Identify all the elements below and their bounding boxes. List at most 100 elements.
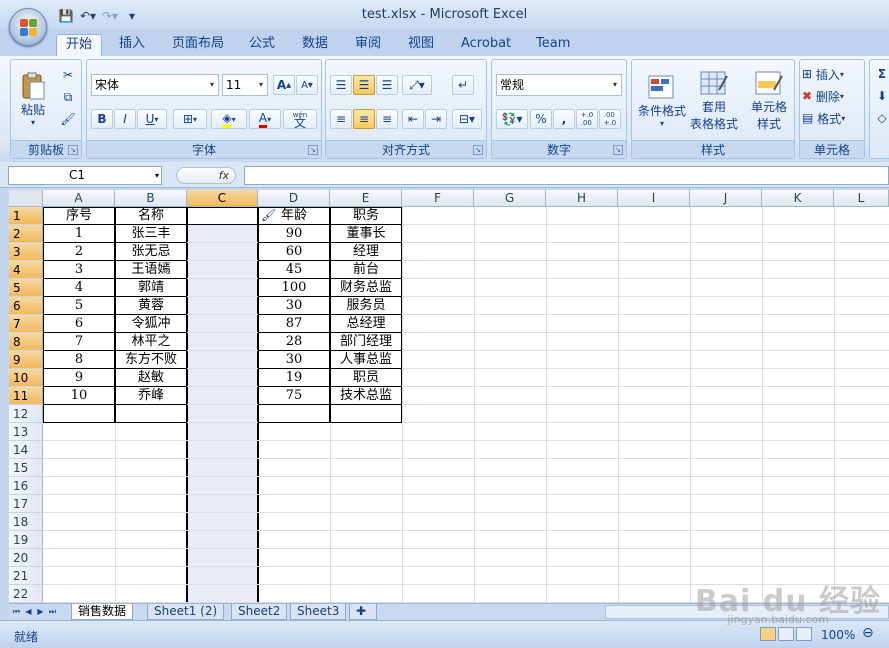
row-header-4[interactable]: 4	[9, 261, 43, 279]
col-header-g[interactable]: G	[474, 190, 546, 207]
clipboard-launcher-icon[interactable]: ↘	[68, 145, 78, 155]
paste-button[interactable]: 粘贴 ▾	[15, 64, 51, 134]
align-middle-icon[interactable]: ☰	[353, 75, 375, 95]
row-header-10[interactable]: 10	[9, 369, 43, 387]
cell-a11[interactable]: 10	[43, 387, 115, 405]
font-size-box[interactable]: 11 ▾	[222, 74, 268, 96]
tab-insert[interactable]: 插入	[110, 34, 154, 56]
italic-button[interactable]: I	[114, 109, 136, 129]
col-header-f[interactable]: F	[402, 190, 474, 207]
orientation-icon[interactable]: ⤢▾	[402, 75, 432, 95]
col-header-d[interactable]: D	[258, 190, 330, 207]
cell-d1[interactable]: 年龄	[258, 207, 330, 225]
cell-e3[interactable]: 经理	[330, 243, 402, 261]
fill-icon[interactable]: ⬇	[874, 87, 889, 105]
col-header-l[interactable]: L	[834, 190, 889, 207]
cell-b11[interactable]: 乔峰	[115, 387, 187, 405]
cell-b6[interactable]: 黄蓉	[115, 297, 187, 315]
wrap-text-icon[interactable]: ↵	[452, 75, 474, 95]
insert-function-button[interactable]: fx	[176, 167, 236, 184]
cell-a7[interactable]: 6	[43, 315, 115, 333]
comma-button[interactable]: ,	[553, 109, 575, 129]
cell-d6[interactable]: 30	[258, 297, 330, 315]
copy-icon[interactable]: ⧉	[59, 88, 77, 106]
select-all-corner[interactable]	[9, 190, 43, 207]
row-header-13[interactable]: 13	[9, 423, 43, 441]
row-header-17[interactable]: 17	[9, 495, 43, 513]
align-top-icon[interactable]: ☰	[330, 75, 352, 95]
font-color-button[interactable]: A ▾	[249, 109, 281, 129]
col-header-b[interactable]: B	[115, 190, 187, 207]
cell-b8[interactable]: 林平之	[115, 333, 187, 351]
alignment-launcher-icon[interactable]: ↘	[473, 145, 483, 155]
cell-a5[interactable]: 4	[43, 279, 115, 297]
row-header-21[interactable]: 21	[9, 567, 43, 585]
align-right-icon[interactable]: ≡	[376, 109, 398, 129]
cell-a4[interactable]: 3	[43, 261, 115, 279]
cell-e11[interactable]: 技术总监	[330, 387, 402, 405]
cell-d7[interactable]: 87	[258, 315, 330, 333]
active-cell-c1[interactable]	[187, 207, 258, 225]
cell-b4[interactable]: 王语嫣	[115, 261, 187, 279]
autosum-icon[interactable]: Σ	[874, 65, 889, 83]
row-header-19[interactable]: 19	[9, 531, 43, 549]
cell-d8[interactable]: 28	[258, 333, 330, 351]
sheet-tab-sheet1-2[interactable]: Sheet1 (2)	[147, 604, 225, 620]
tab-team[interactable]: Team	[527, 34, 579, 56]
number-format-box[interactable]: 常规 ▾	[496, 74, 622, 96]
office-button[interactable]	[9, 8, 47, 46]
col-header-j[interactable]: J	[690, 190, 762, 207]
align-left-icon[interactable]: ≡	[330, 109, 352, 129]
col-header-k[interactable]: K	[762, 190, 834, 207]
tab-page-layout[interactable]: 页面布局	[163, 34, 233, 56]
col-header-a[interactable]: A	[43, 190, 115, 207]
align-center-icon[interactable]: ≡	[353, 109, 375, 129]
zoom-out-icon[interactable]: ⊖	[862, 625, 874, 641]
cell-d3[interactable]: 60	[258, 243, 330, 261]
increase-decimal-button[interactable]: +.0 .00	[576, 109, 598, 129]
insert-cells-button[interactable]: ⊞ 插入 ▾	[802, 65, 864, 83]
row-header-11[interactable]: 11	[9, 387, 43, 405]
page-layout-view-icon[interactable]	[778, 627, 794, 641]
cut-icon[interactable]: ✂	[59, 66, 77, 84]
sheet-tab-sales[interactable]: 销售数据	[71, 604, 134, 620]
cell-e1[interactable]: 职务	[330, 207, 402, 225]
align-bottom-icon[interactable]: ☰	[376, 75, 398, 95]
tab-formulas[interactable]: 公式	[240, 34, 284, 56]
zoom-level[interactable]: 100%	[821, 628, 855, 642]
sheet-tab-sheet3[interactable]: Sheet3	[290, 604, 347, 620]
increase-indent-icon[interactable]: ⇥	[425, 109, 447, 129]
cell-b1[interactable]: 名称	[115, 207, 187, 225]
tab-review[interactable]: 审阅	[346, 34, 390, 56]
cell-e4[interactable]: 前台	[330, 261, 402, 279]
row-header-14[interactable]: 14	[9, 441, 43, 459]
grow-font-button[interactable]: A ▴	[273, 75, 295, 95]
col-header-c[interactable]: C	[187, 190, 258, 207]
tab-view[interactable]: 视图	[399, 34, 443, 56]
tab-data[interactable]: 数据	[293, 34, 337, 56]
row-header-15[interactable]: 15	[9, 459, 43, 477]
cell-e8[interactable]: 部门经理	[330, 333, 402, 351]
cell-b7[interactable]: 令狐冲	[115, 315, 187, 333]
cell-e7[interactable]: 总经理	[330, 315, 402, 333]
decrease-indent-icon[interactable]: ⇤	[402, 109, 424, 129]
normal-view-icon[interactable]	[760, 627, 776, 641]
format-as-table-button[interactable]: 套用 表格格式	[688, 64, 740, 138]
name-box[interactable]: C1 ▾	[8, 166, 162, 185]
font-launcher-icon[interactable]: ↘	[308, 145, 318, 155]
cell-d5[interactable]: 100	[258, 279, 330, 297]
font-name-box[interactable]: 宋体 ▾	[91, 74, 219, 96]
format-painter-icon[interactable]: 🖌	[59, 110, 77, 128]
delete-cells-button[interactable]: ✖ 删除 ▾	[802, 87, 864, 105]
fill-color-button[interactable]: ◈ ▾	[211, 109, 247, 129]
cell-b9[interactable]: 东方不败	[115, 351, 187, 369]
cell-d4[interactable]: 45	[258, 261, 330, 279]
row-header-1[interactable]: 1	[9, 207, 43, 225]
row-header-8[interactable]: 8	[9, 333, 43, 351]
cell-e10[interactable]: 职员	[330, 369, 402, 387]
row-header-20[interactable]: 20	[9, 549, 43, 567]
underline-button[interactable]: U ▾	[137, 109, 167, 129]
borders-button[interactable]: ⊞ ▾	[173, 109, 207, 129]
cell-d10[interactable]: 19	[258, 369, 330, 387]
phonetic-button[interactable]: wén 文	[283, 109, 317, 129]
